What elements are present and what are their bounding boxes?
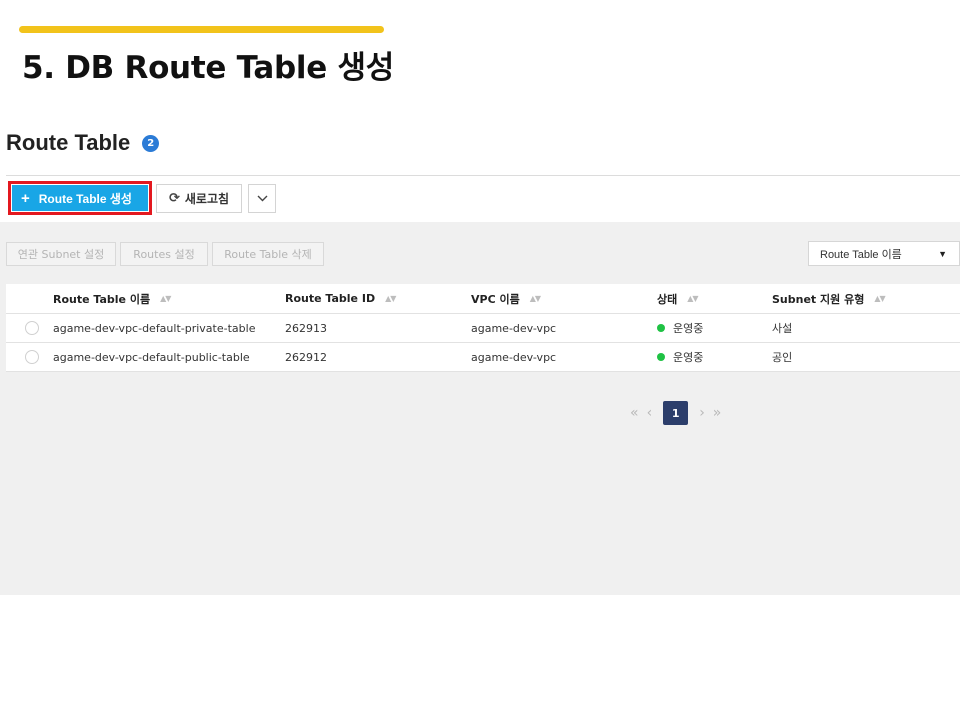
subnet-type: 공인: [772, 351, 793, 364]
radio-button[interactable]: [25, 350, 39, 364]
vpc-name: agame-dev-vpc: [471, 321, 557, 335]
route-table-list: Route Table 이름 ▲▼ Route Table ID ▲▼ VPC 이름…: [6, 284, 960, 372]
more-dropdown-button[interactable]: [248, 184, 276, 213]
route-table-id: 262913: [285, 321, 327, 335]
next-page-icon[interactable]: ›: [699, 405, 705, 421]
row-radio[interactable]: [25, 343, 39, 371]
title-accent-bar: [19, 26, 384, 33]
routes-settings-button[interactable]: Routes 설정: [120, 242, 208, 266]
create-route-table-button[interactable]: + Route Table 생성: [12, 185, 148, 211]
search-filter-select[interactable]: Route Table 이름 ▼: [808, 241, 960, 266]
current-page-button[interactable]: 1: [663, 401, 689, 425]
vpc-name: agame-dev-vpc: [471, 350, 557, 364]
column-header-subnet-type[interactable]: Subnet 지원 유형 ▲▼: [772, 284, 886, 313]
sort-icon: ▲▼: [529, 294, 541, 303]
associate-subnet-button[interactable]: 연관 Subnet 설정: [6, 242, 116, 266]
toolbar: + Route Table 생성 ⟳ 새로고침: [8, 181, 276, 215]
first-page-icon[interactable]: «: [630, 405, 639, 421]
slide-title: 5. DB Route Table 생성: [22, 50, 394, 86]
column-header-vpc[interactable]: VPC 이름 ▲▼: [471, 284, 541, 313]
chevron-down-icon: [257, 195, 267, 202]
status-dot-icon: [657, 353, 665, 361]
create-button-label: Route Table 생성: [38, 191, 132, 206]
column-header-id[interactable]: Route Table ID ▲▼: [285, 284, 396, 313]
action-buttons: 연관 Subnet 설정 Routes 설정 Route Table 삭제: [6, 242, 328, 266]
caret-down-icon: ▼: [938, 249, 947, 259]
table-row[interactable]: agame-dev-vpc-default-public-table 26291…: [6, 343, 960, 372]
refresh-button-label: 새로고침: [184, 192, 230, 206]
prev-page-icon[interactable]: ‹: [647, 405, 653, 421]
sort-icon: ▲▼: [385, 294, 396, 303]
route-table-id: 262912: [285, 350, 327, 364]
route-table-name: agame-dev-vpc-default-public-table: [53, 350, 250, 364]
refresh-icon: ⟳: [168, 191, 180, 206]
filter-selected-value: Route Table 이름: [820, 248, 902, 261]
create-button-highlight: + Route Table 생성: [8, 181, 152, 215]
status-cell: 운영중: [657, 343, 703, 371]
refresh-button[interactable]: ⟳ 새로고침: [156, 184, 242, 213]
pagination: « ‹ 1 › »: [626, 401, 725, 425]
table-header: Route Table 이름 ▲▼ Route Table ID ▲▼ VPC 이름…: [6, 284, 960, 314]
header-divider: [6, 175, 960, 176]
route-table-name: agame-dev-vpc-default-private-table: [53, 321, 256, 335]
column-header-name[interactable]: Route Table 이름 ▲▼: [53, 284, 171, 313]
delete-route-table-button[interactable]: Route Table 삭제: [212, 242, 324, 266]
page-header: Route Table 2: [6, 130, 160, 156]
page-title: Route Table: [6, 130, 131, 155]
status-cell: 운영중: [657, 314, 703, 342]
table-row[interactable]: agame-dev-vpc-default-private-table 2629…: [6, 314, 960, 343]
subnet-type: 사설: [772, 322, 793, 335]
radio-button[interactable]: [25, 321, 39, 335]
last-page-icon[interactable]: »: [713, 405, 722, 421]
plus-icon: +: [21, 189, 30, 207]
sort-icon: ▲▼: [874, 294, 885, 303]
sort-icon: ▲▼: [160, 294, 171, 303]
slide: 5. DB Route Table 생성 Route Table 2 + Rou…: [0, 0, 960, 720]
sort-icon: ▲▼: [687, 294, 698, 303]
count-badge: 2: [142, 134, 160, 152]
column-header-status[interactable]: 상태 ▲▼: [657, 284, 699, 313]
content-area: 연관 Subnet 설정 Routes 설정 Route Table 삭제 Ro…: [0, 222, 960, 595]
row-radio[interactable]: [25, 314, 39, 342]
status-dot-icon: [657, 324, 665, 332]
